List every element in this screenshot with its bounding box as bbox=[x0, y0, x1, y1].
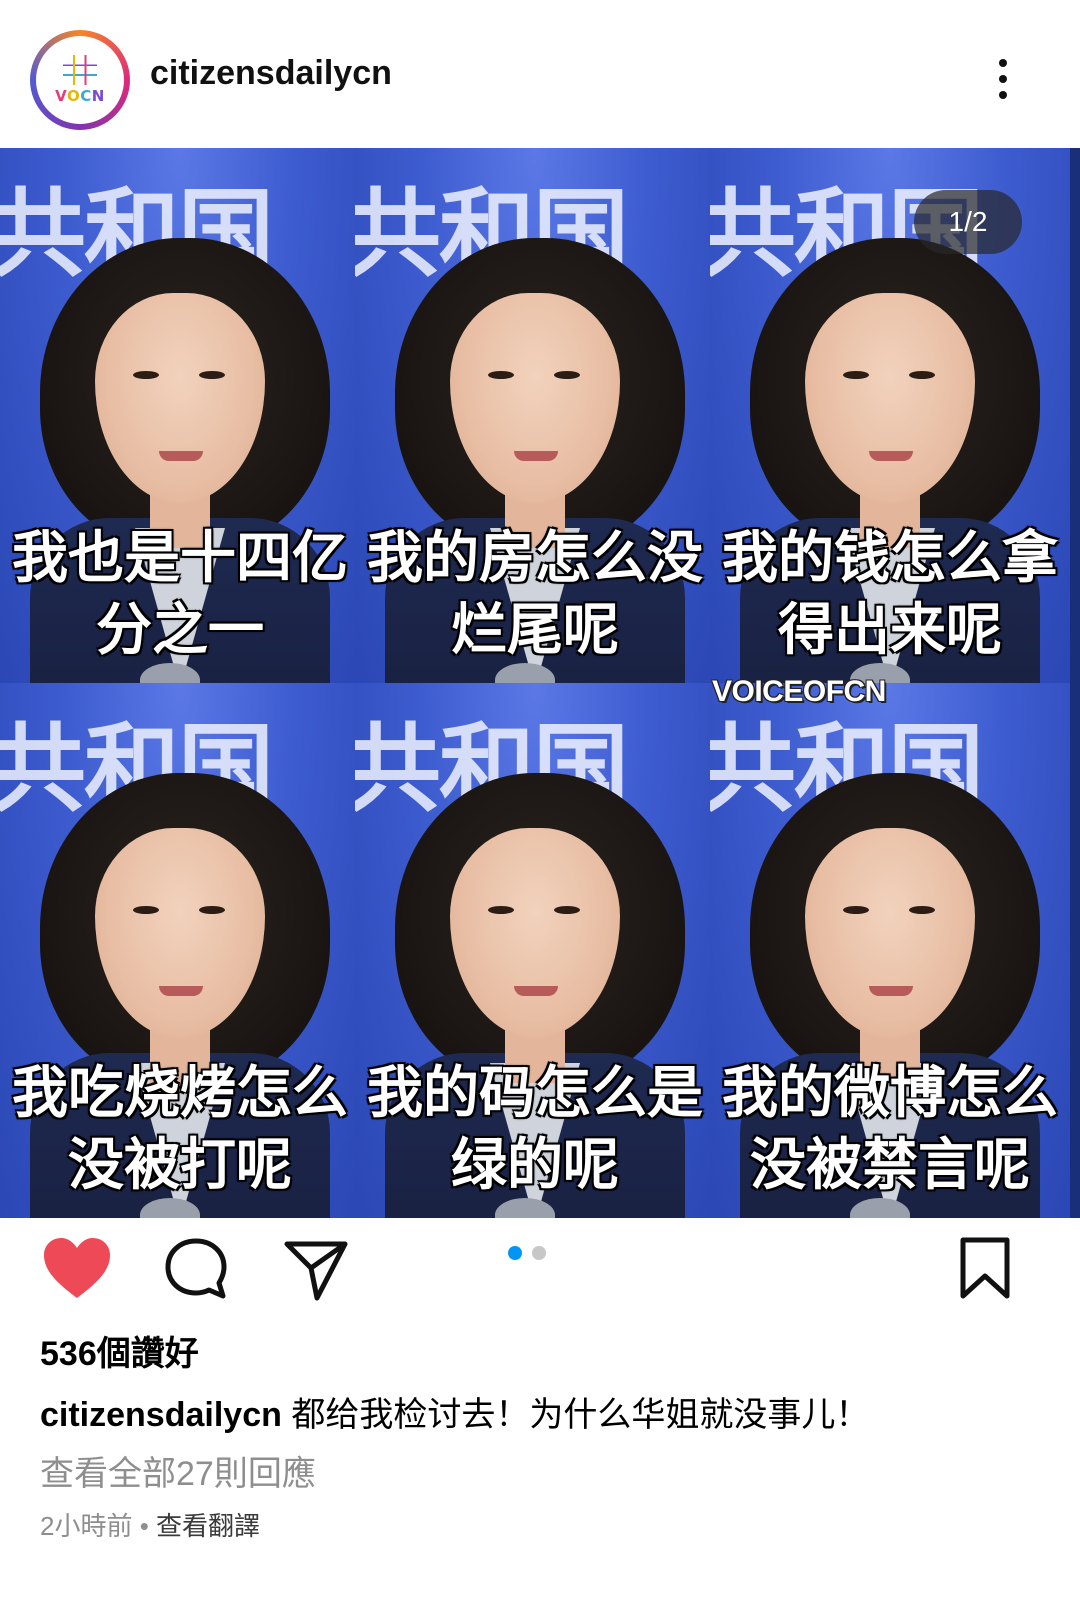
caption-username[interactable]: citizensdailycn bbox=[40, 1396, 282, 1434]
meta-separator: • bbox=[139, 1511, 149, 1541]
panel-caption: 我也是十四亿 分之一 bbox=[0, 523, 360, 667]
post-image[interactable]: 共和国 我也是十四亿 分之一 共和国 我的房怎么没 烂尾呢 共和国 我的钱怎么拿 得出来呢 共和国… bbox=[0, 148, 1080, 1218]
carousel-page-counter: 1/2 bbox=[914, 190, 1022, 254]
panel-caption: 我的微博怎么 没被禁言呢 bbox=[710, 1058, 1070, 1202]
post-caption: citizensdailycn 都给我检讨去！为什么华姐就没事儿！ bbox=[40, 1387, 869, 1436]
panel-caption-line: 我的微博怎么 bbox=[722, 1061, 1058, 1126]
see-translation-link[interactable]: 查看翻譯 bbox=[156, 1511, 260, 1541]
panel-caption-line: 得出来呢 bbox=[778, 598, 1002, 663]
panel-caption-line: 我吃烧烤怎么 bbox=[12, 1061, 348, 1126]
panel-caption: 我吃烧烤怎么 没被打呢 bbox=[0, 1058, 360, 1202]
post-meta: 2小時前 • 查看翻譯 bbox=[40, 1506, 260, 1543]
panel-caption-line: 绿的呢 bbox=[451, 1133, 619, 1198]
panel-caption-line: 没被打呢 bbox=[68, 1133, 292, 1198]
avatar-logo-text: VOCN bbox=[55, 87, 105, 105]
panel-caption: 我的房怎么没 烂尾呢 bbox=[355, 523, 715, 667]
bookmark-icon[interactable] bbox=[955, 1236, 1021, 1302]
collage-panel: 共和国 我的码怎么是 绿的呢 bbox=[355, 683, 715, 1218]
collage-panel: 共和国 我的房怎么没 烂尾呢 bbox=[355, 148, 715, 683]
carousel-indicator bbox=[508, 1245, 556, 1261]
collage-panel: 共和国 我吃烧烤怎么 没被打呢 bbox=[0, 683, 360, 1218]
avatar[interactable]: VOCN bbox=[30, 30, 130, 130]
panel-caption: 我的钱怎么拿 得出来呢 bbox=[710, 523, 1070, 667]
collage-panel: 共和国 我也是十四亿 分之一 bbox=[0, 148, 360, 683]
panel-caption: 我的码怎么是 绿的呢 bbox=[355, 1058, 715, 1202]
carousel-dot bbox=[532, 1246, 546, 1260]
collage-panel: 共和国 我的微博怎么 没被禁言呢 bbox=[710, 683, 1070, 1218]
carousel-dot-active bbox=[508, 1246, 522, 1260]
post-timestamp: 2小時前 bbox=[40, 1511, 133, 1541]
heart-icon[interactable] bbox=[42, 1236, 110, 1302]
image-watermark: VOICEOFCN bbox=[712, 675, 886, 708]
more-vertical-icon[interactable] bbox=[995, 55, 1011, 103]
caption-text: 都给我检讨去！为什么华姐就没事儿！ bbox=[291, 1396, 870, 1434]
post-username[interactable]: citizensdailycn bbox=[150, 54, 392, 93]
post-header: VOCN citizensdailycn bbox=[0, 0, 1080, 150]
panel-caption-line: 我的钱怎么拿 bbox=[722, 526, 1058, 591]
panel-caption-line: 没被禁言呢 bbox=[750, 1133, 1030, 1198]
view-all-comments-link[interactable]: 查看全部27則回應 bbox=[40, 1446, 316, 1495]
panel-caption-line: 我的房怎么没 bbox=[367, 526, 703, 591]
send-icon[interactable] bbox=[283, 1236, 349, 1302]
panel-caption-line: 我的码怎么是 bbox=[367, 1061, 703, 1126]
like-count[interactable]: 536個讚好 bbox=[40, 1326, 199, 1375]
panel-caption-line: 烂尾呢 bbox=[451, 598, 619, 663]
comment-icon[interactable] bbox=[163, 1236, 229, 1302]
panel-caption-line: 我也是十四亿 bbox=[12, 526, 348, 591]
avatar-logo: VOCN bbox=[36, 36, 124, 124]
action-bar bbox=[0, 1218, 1080, 1308]
logo-grid-icon bbox=[63, 55, 97, 85]
panel-caption-line: 分之一 bbox=[96, 598, 264, 663]
